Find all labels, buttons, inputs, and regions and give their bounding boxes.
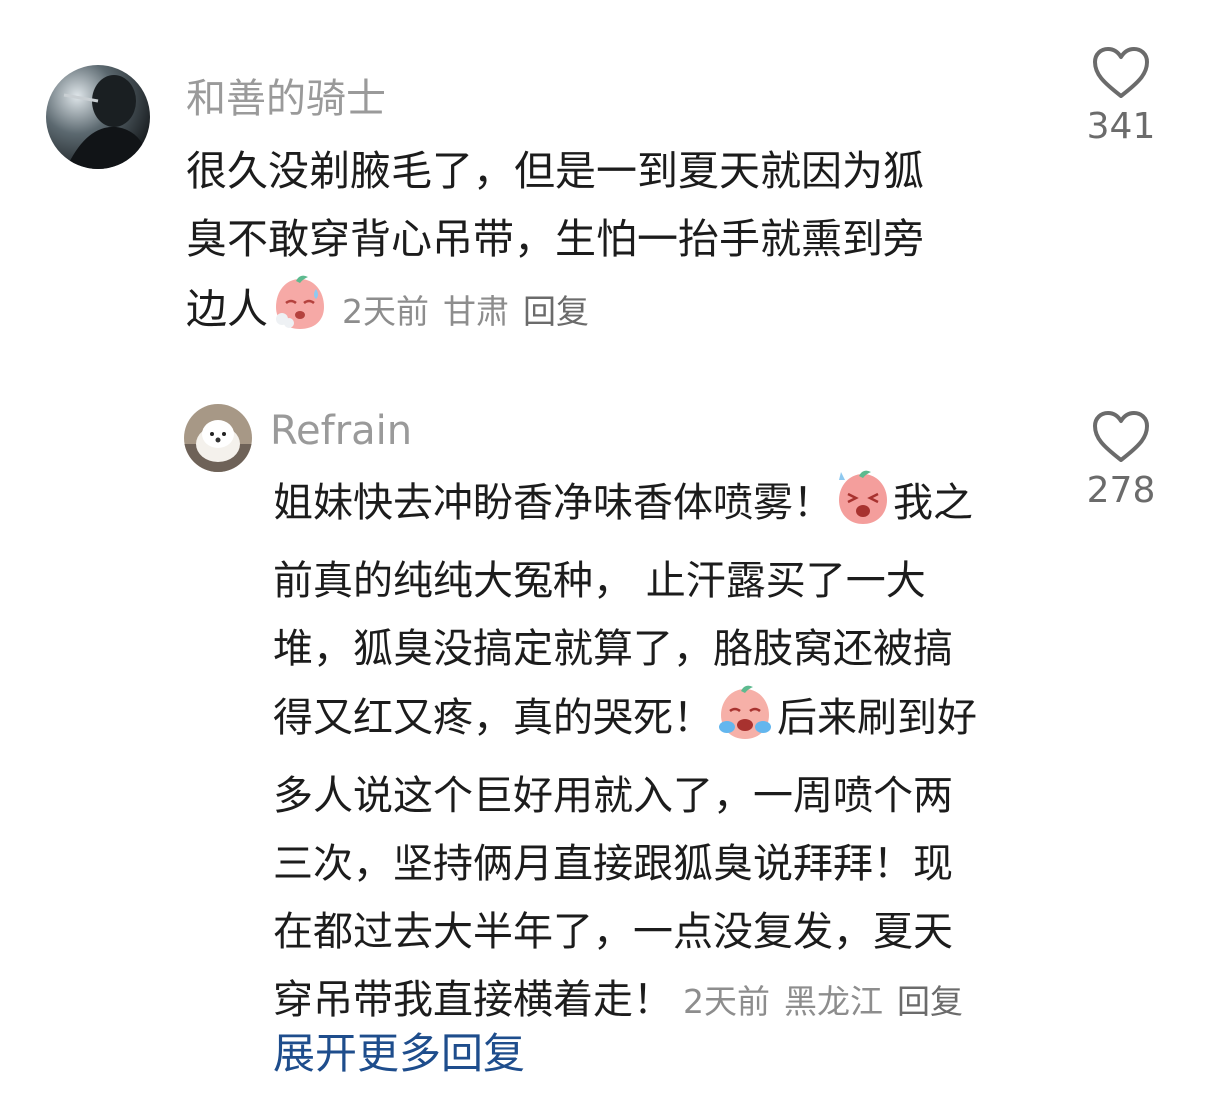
reply-location: 黑龙江: [784, 982, 883, 1021]
comment-line-last: 边人 2天前 甘肃 回复: [186, 273, 924, 353]
comment-text: 很久没剃腋毛了，但是一到夏天就因为狐 臭不敢穿背心吊带，生怕一抬手就熏到旁 边人…: [186, 137, 924, 353]
reply-button[interactable]: 回复: [523, 292, 589, 331]
avatar[interactable]: [184, 404, 252, 472]
reply-line-text: 我之: [893, 480, 973, 526]
like-button[interactable]: 278: [1076, 410, 1166, 511]
reply-line-text: 得又红又疼，真的哭死！: [273, 695, 713, 741]
heart-outline-icon: [1093, 47, 1149, 98]
reply-line-text: 姐妹快去冲盼香净味香体喷雾！: [273, 480, 833, 526]
reply-line: 堆，狐臭没搞定就算了，胳肢窝还被搞: [273, 626, 953, 672]
sweating-peach-emoji: [270, 273, 330, 353]
like-count: 278: [1086, 470, 1156, 511]
reply-line: 多人说这个巨好用就入了，一周喷个两: [273, 773, 953, 819]
like-count: 341: [1086, 106, 1156, 147]
comment-location: 甘肃: [443, 292, 509, 331]
reply-line: 在都过去大半年了，一点没复发，夏天: [273, 909, 953, 955]
comment-meta: 2天前 甘肃 回复: [342, 292, 603, 331]
reply-line-text: 后来刷到好: [777, 695, 977, 741]
reply-line: 前真的纯纯大冤种， 止汗露买了一大: [273, 558, 926, 604]
username[interactable]: Refrain: [270, 408, 412, 454]
comment-line: 臭不敢穿背心吊带，生怕一抬手就熏到旁: [186, 215, 924, 263]
reply-time: 2天前: [683, 982, 770, 1021]
angry-peach-emoji: [835, 468, 891, 547]
comment-line: 很久没剃腋毛了，但是一到夏天就因为狐: [186, 147, 924, 195]
reply-line-text: 穿吊带我直接横着走！: [273, 977, 673, 1023]
expand-more-replies-link[interactable]: 展开更多回复: [273, 1020, 525, 1081]
like-button[interactable]: 341: [1076, 46, 1166, 147]
reply-text: 姐妹快去冲盼香净味香体喷雾！ 我之 前真的纯纯大冤种， 止汗露买了一大 堆，狐臭…: [273, 468, 977, 1036]
crying-peach-emoji: [715, 683, 775, 762]
avatar[interactable]: [46, 65, 150, 169]
reply-button[interactable]: 回复: [897, 982, 963, 1021]
username[interactable]: 和善的骑士: [186, 66, 386, 124]
heart-outline-icon: [1093, 411, 1149, 462]
comment-line-text: 边人: [186, 285, 268, 333]
reply-line: 得又红又疼，真的哭死！ 后来刷到好: [273, 683, 977, 762]
comment-time: 2天前: [342, 292, 429, 331]
reply-line: 姐妹快去冲盼香净味香体喷雾！ 我之: [273, 468, 977, 547]
reply-meta: 2天前 黑龙江 回复: [683, 982, 977, 1021]
reply-line: 三次，坚持俩月直接跟狐臭说拜拜！现: [273, 841, 953, 887]
